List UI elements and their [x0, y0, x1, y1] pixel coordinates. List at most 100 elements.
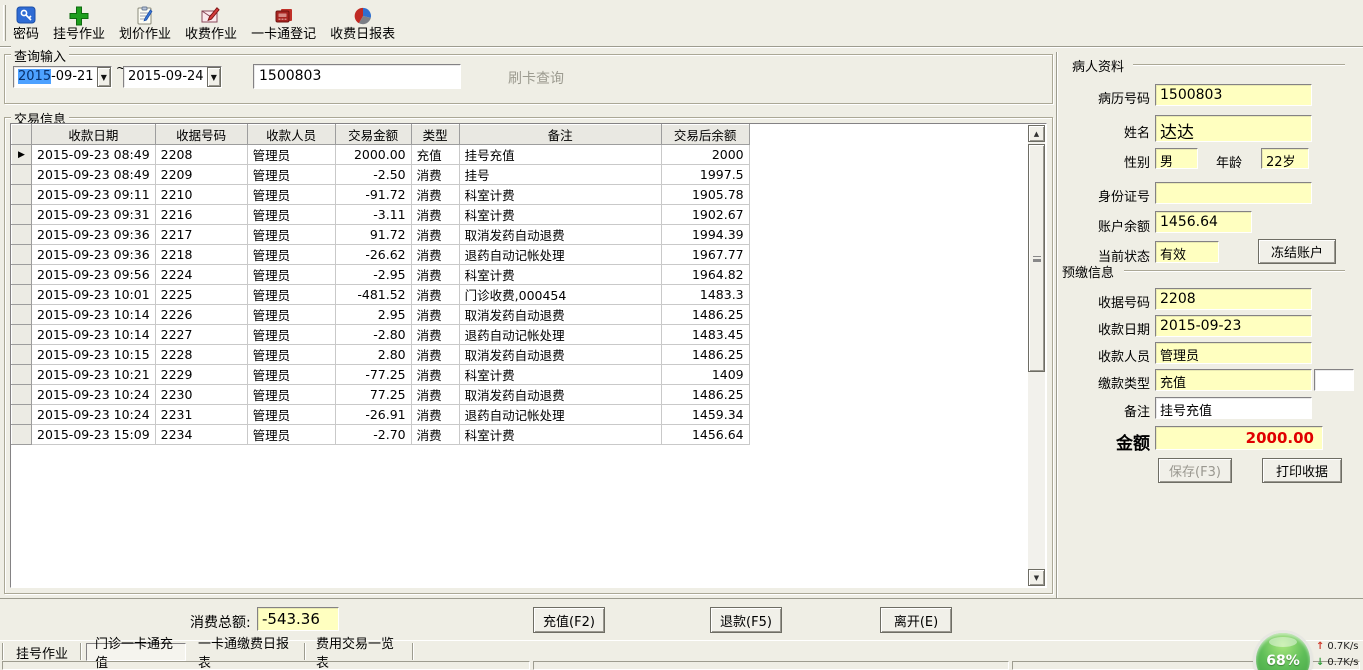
table-row[interactable]: 2015-09-23 10:152228管理员2.80消费取消发药自动退费148…: [12, 345, 750, 365]
table-row[interactable]: 2015-09-23 09:112210管理员-91.72消费科室计费1905.…: [12, 185, 750, 205]
row-selector[interactable]: [12, 265, 32, 285]
pay-type-field[interactable]: 充值: [1155, 369, 1312, 391]
table-cell: 科室计费: [459, 265, 661, 285]
pay-date-field[interactable]: 2015-09-23: [1155, 315, 1312, 337]
id-card-field[interactable]: [1155, 182, 1312, 204]
record-no-value: 1500803: [1160, 87, 1222, 103]
table-row[interactable]: 2015-09-23 08:492209管理员-2.50消费挂号1997.5: [12, 165, 750, 185]
toolbar-button-card-register[interactable]: 一卡通登记: [244, 1, 323, 45]
header-col[interactable]: 收款人员: [247, 125, 335, 145]
table-row[interactable]: 2015-09-23 09:312216管理员-3.11消费科室计费1902.6…: [12, 205, 750, 225]
recharge-button[interactable]: 充值(F2): [533, 607, 605, 633]
cashier-field[interactable]: 管理员: [1155, 342, 1312, 364]
table-row[interactable]: 2015-09-23 10:142227管理员-2.80消费退药自动记帐处理14…: [12, 325, 750, 345]
freeze-account-button[interactable]: 冻结账户: [1258, 239, 1336, 264]
table-row[interactable]: 2015-09-23 10:242231管理员-26.91消费退药自动记帐处理1…: [12, 405, 750, 425]
toolbar-button-charge[interactable]: 收费作业: [178, 1, 244, 45]
table-cell: 2224: [155, 265, 247, 285]
download-arrow-icon: ↓: [1316, 657, 1324, 668]
toolbar-button-daily-report[interactable]: 收费日报表: [323, 1, 402, 45]
table-row[interactable]: 2015-09-23 15:092234管理员-2.70消费科室计费1456.6…: [12, 425, 750, 445]
header-col[interactable]: 收款日期: [32, 125, 156, 145]
amount-field[interactable]: 2000.00: [1155, 426, 1323, 450]
receipt-no-field[interactable]: 2208: [1155, 288, 1312, 310]
table-cell: 2228: [155, 345, 247, 365]
vertical-scrollbar[interactable]: ▲ ▼: [1028, 125, 1045, 586]
age-field[interactable]: 22岁: [1261, 148, 1309, 169]
table-row[interactable]: ▶2015-09-23 08:492208管理员2000.00充值挂号充值200…: [12, 145, 750, 165]
table-cell: 管理员: [247, 205, 335, 225]
table-cell: -481.52: [335, 285, 411, 305]
table-cell: 管理员: [247, 145, 335, 165]
table-row[interactable]: 2015-09-23 10:012225管理员-481.52消费门诊收费,000…: [12, 285, 750, 305]
row-selector[interactable]: [12, 365, 32, 385]
table-row[interactable]: 2015-09-23 09:362218管理员-26.62消费退药自动记帐处理1…: [12, 245, 750, 265]
chevron-down-icon[interactable]: ▼: [207, 67, 221, 87]
print-receipt-button[interactable]: 打印收据: [1262, 458, 1342, 483]
row-selector[interactable]: [12, 385, 32, 405]
table-cell: 2209: [155, 165, 247, 185]
row-selector[interactable]: [12, 425, 32, 445]
status-tab-fee-overview[interactable]: 费用交易一览表: [308, 643, 408, 661]
clipboard-pencil-icon: [133, 5, 157, 27]
scrollbar-thumb[interactable]: [1028, 144, 1045, 372]
row-selector[interactable]: [12, 405, 32, 425]
table-cell: 2015-09-23 10:01: [32, 285, 156, 305]
table-row[interactable]: 2015-09-23 10:212229管理员-77.25消费科室计费1409: [12, 365, 750, 385]
row-selector[interactable]: [12, 345, 32, 365]
row-selector[interactable]: [12, 305, 32, 325]
scroll-up-button[interactable]: ▲: [1028, 125, 1045, 142]
toolbar-button-register[interactable]: 挂号作业: [46, 1, 112, 45]
header-col[interactable]: 备注: [459, 125, 661, 145]
date-from-rest-part: -09-21: [51, 69, 93, 84]
table-cell: 2015-09-23 09:31: [32, 205, 156, 225]
scroll-down-button[interactable]: ▼: [1028, 569, 1045, 586]
plus-icon: [67, 5, 91, 27]
toolbar-button-pricing[interactable]: 划价作业: [112, 1, 178, 45]
row-selector[interactable]: [12, 185, 32, 205]
toolbar-button-password[interactable]: 密码: [6, 1, 46, 45]
table-cell: 消费: [411, 385, 459, 405]
table-cell: 2.80: [335, 345, 411, 365]
name-field[interactable]: 达达: [1155, 115, 1312, 142]
header-col[interactable]: 交易金额: [335, 125, 411, 145]
remark-field[interactable]: 挂号充值: [1155, 397, 1312, 419]
status-tab-register[interactable]: 挂号作业: [6, 643, 78, 661]
card-number-input[interactable]: 1500803: [253, 64, 461, 89]
pay-type-extra-box[interactable]: [1314, 369, 1354, 391]
download-speed-value: 0.7K/s: [1327, 657, 1358, 668]
remark-value: 挂号充值: [1160, 404, 1212, 419]
date-from-picker[interactable]: 2015-09-21 ▼: [13, 66, 112, 88]
header-col[interactable]: 交易后余额: [661, 125, 749, 145]
upload-arrow-icon: ↑: [1316, 641, 1324, 652]
total-consumption-field[interactable]: -543.36: [257, 607, 339, 631]
table-row[interactable]: 2015-09-23 09:362217管理员91.72消费取消发药自动退费19…: [12, 225, 750, 245]
date-to-picker[interactable]: 2015-09-24 ▼: [123, 66, 222, 88]
refund-button[interactable]: 退款(F5): [710, 607, 782, 633]
row-selector[interactable]: [12, 225, 32, 245]
header-col[interactable]: 类型: [411, 125, 459, 145]
save-button[interactable]: 保存(F3): [1158, 458, 1232, 483]
row-selector[interactable]: [12, 325, 32, 345]
status-tab-card-recharge[interactable]: 门诊一卡通充值: [86, 643, 186, 661]
table-row[interactable]: 2015-09-23 09:562224管理员-2.95消费科室计费1964.8…: [12, 265, 750, 285]
balance-field[interactable]: 1456.64: [1155, 211, 1252, 233]
status-tab-daily-report[interactable]: 一卡通缴费日报表: [190, 643, 302, 661]
row-selector[interactable]: [12, 205, 32, 225]
table-row[interactable]: 2015-09-23 10:142226管理员2.95消费取消发药自动退费148…: [12, 305, 750, 325]
row-selector[interactable]: [12, 245, 32, 265]
table-cell: 2015-09-23 10:24: [32, 385, 156, 405]
app-window: 密码 挂号作业 划价作业 收费作业 一卡通登记: [0, 0, 1363, 670]
table-row[interactable]: 2015-09-23 10:242230管理员77.25消费取消发药自动退费14…: [12, 385, 750, 405]
chevron-down-icon[interactable]: ▼: [97, 67, 111, 87]
exit-button[interactable]: 离开(E): [880, 607, 952, 633]
row-selector[interactable]: [12, 165, 32, 185]
status-field[interactable]: 有效: [1155, 241, 1219, 263]
table-cell: 科室计费: [459, 425, 661, 445]
table-cell: 科室计费: [459, 365, 661, 385]
row-selector[interactable]: ▶: [12, 145, 32, 165]
header-col[interactable]: 收据号码: [155, 125, 247, 145]
recharge-button-label: 充值(F2): [543, 611, 595, 630]
record-no-field[interactable]: 1500803: [1155, 84, 1312, 106]
row-selector[interactable]: [12, 285, 32, 305]
